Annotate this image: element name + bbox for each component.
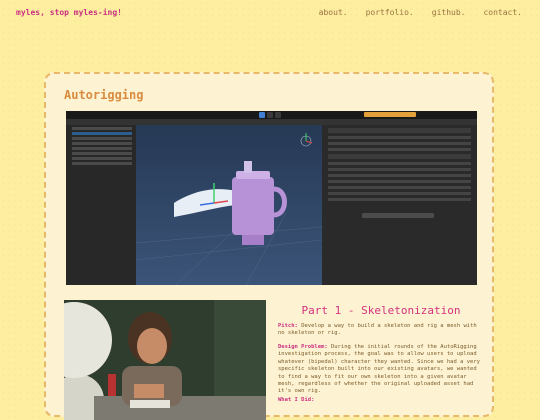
editor-toolbar	[66, 111, 477, 119]
design-problem-text: During the initial rounds of the AutoRig…	[278, 344, 480, 395]
design-problem-paragraph: Design Problem: During the initial round…	[278, 344, 483, 396]
section-title: Part 1 - Skeletonization	[301, 304, 461, 317]
nav-links: about. portfolio. github. contact.	[319, 8, 522, 17]
nav-about-link[interactable]: about.	[319, 8, 348, 17]
design-problem-label: Design Problem:	[278, 344, 328, 350]
pitch-label: Pitch:	[278, 323, 298, 329]
add-component-button	[362, 213, 434, 218]
play-controls	[259, 112, 281, 118]
inspector-panel	[322, 119, 477, 285]
hierarchy-panel	[66, 119, 136, 285]
nav-contact-link[interactable]: contact.	[483, 8, 522, 17]
what-i-did-label: What I Did:	[278, 397, 315, 403]
editor-banner	[364, 112, 416, 117]
top-navigation: myles, stop myles-ing! about. portfolio.…	[0, 0, 540, 28]
scene-render	[136, 125, 322, 285]
pitch-paragraph: Pitch: Develop a way to build a skeleton…	[278, 323, 483, 338]
project-card: Autorigging Part 1 - Skeletonization Pit…	[44, 72, 494, 420]
pitch-text: Develop a way to build a skeleton and ri…	[278, 323, 477, 337]
scene-view	[136, 119, 322, 285]
project-title: Autorigging	[64, 88, 144, 102]
nav-github-link[interactable]: github.	[432, 8, 466, 17]
tumbler-mesh	[232, 177, 274, 235]
nav-portfolio-link[interactable]: portfolio.	[366, 8, 414, 17]
unity-editor-screenshot	[66, 111, 477, 285]
character-render-image	[64, 300, 266, 420]
site-brand[interactable]: myles, stop myles-ing!	[16, 8, 122, 17]
